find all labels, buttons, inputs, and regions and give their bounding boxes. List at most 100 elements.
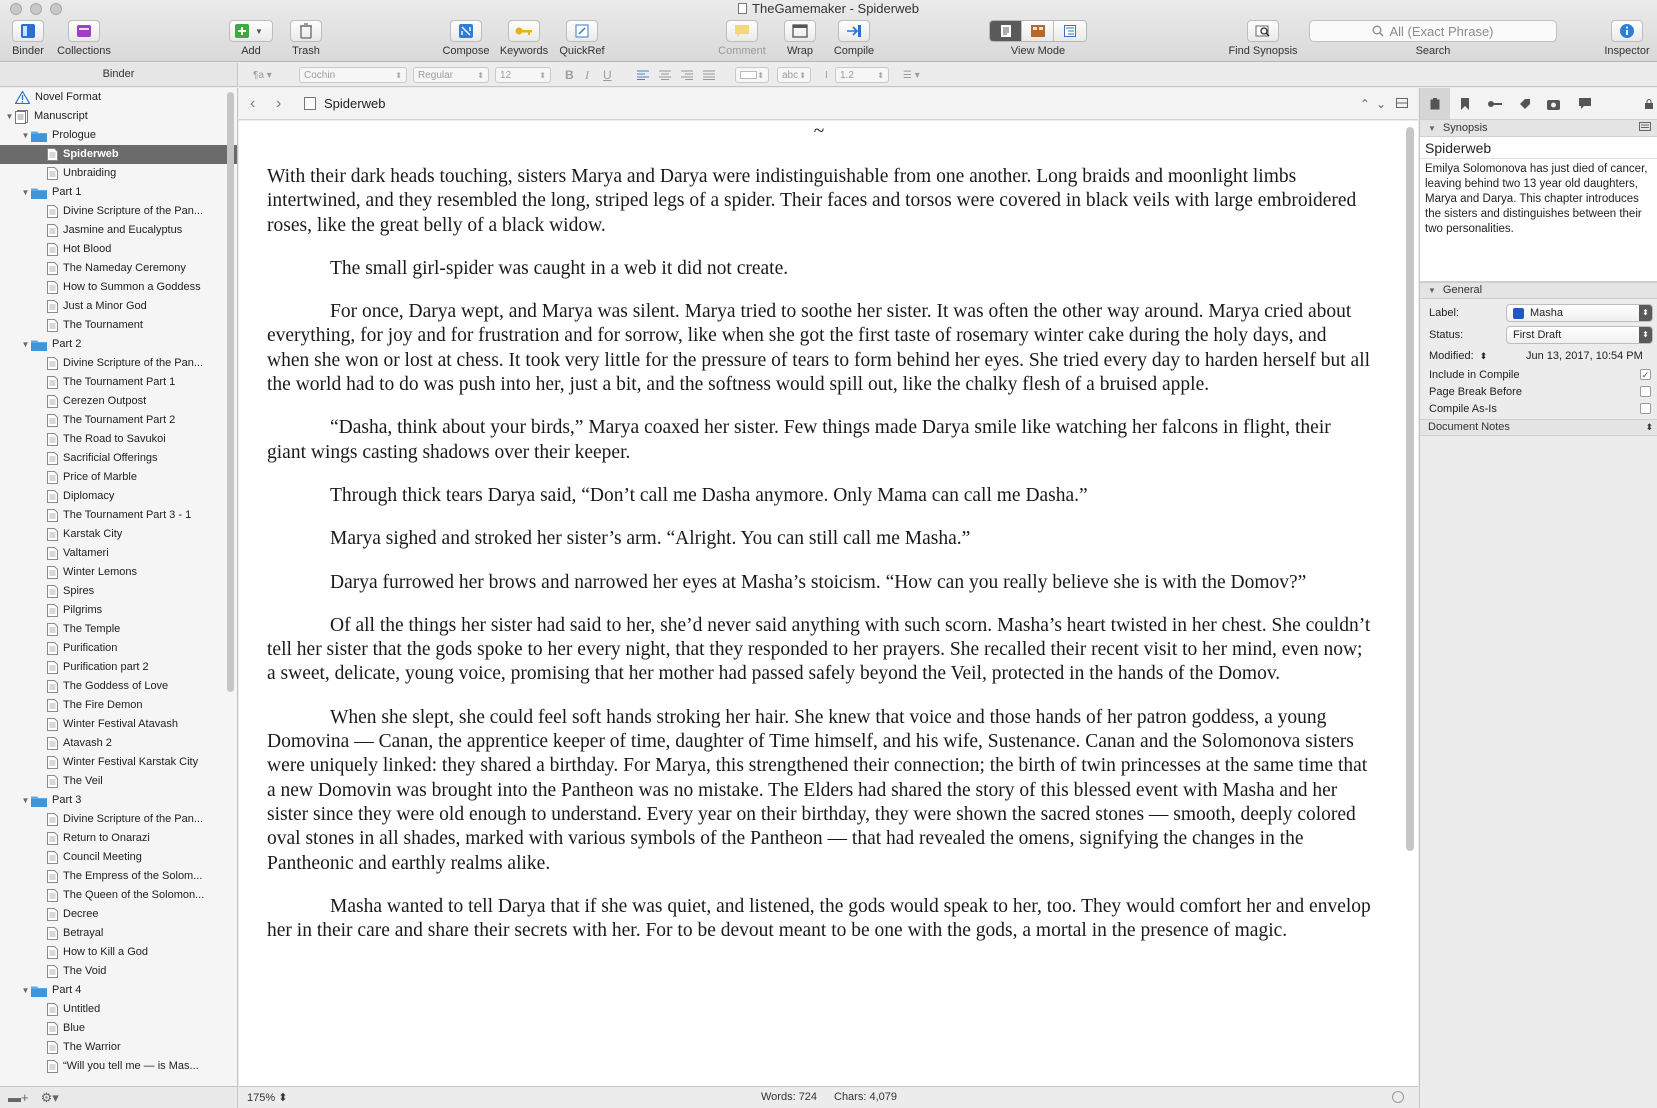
binder-item[interactable]: The Fire Demon [0,696,237,715]
gear-icon[interactable]: ⚙▾ [41,1090,59,1106]
forward-arrow-icon[interactable]: › [276,95,294,113]
binder-item[interactable]: Winter Lemons [0,563,237,582]
binder-item[interactable]: The Tournament Part 3 - 1 [0,506,237,525]
compose-button[interactable]: Compose [440,20,492,57]
binder-item[interactable]: The Tournament Part 2 [0,411,237,430]
binder-item[interactable]: Karstak City [0,525,237,544]
body-paragraph[interactable]: The small girl-spider was caught in a we… [267,257,1371,281]
find-synopsis-button[interactable]: Find Synopsis [1222,20,1304,57]
text-color-select[interactable] [735,67,769,83]
binder-item[interactable]: Spires [0,582,237,601]
binder-item[interactable]: The Road to Savukoi [0,430,237,449]
binder-item[interactable]: The Nameday Ceremony [0,259,237,278]
binder-item[interactable]: Divine Scripture of the Pan... [0,810,237,829]
binder-item[interactable]: Spiderweb [0,145,237,164]
binder-item[interactable]: Council Meeting [0,848,237,867]
body-paragraph[interactable]: Of all the things her sister had said to… [267,614,1371,687]
align-right-icon[interactable] [681,67,693,83]
body-paragraph[interactable]: Masha wanted to tell Darya that if she w… [267,895,1371,944]
editor-pane[interactable]: ~ With their dark heads touching, sister… [239,121,1418,1086]
corkboard-mode-button[interactable] [1022,21,1054,41]
underline-icon[interactable]: U [603,67,612,83]
status-select[interactable]: First Draft ⬍ [1506,326,1653,344]
binder-item[interactable]: Purification [0,639,237,658]
binder-item[interactable]: Valtameri [0,544,237,563]
bold-icon[interactable]: B [565,67,574,83]
binder-item[interactable]: ▼ Prologue [0,126,237,145]
align-left-icon[interactable] [637,67,649,83]
wrap-button[interactable]: Wrap [780,20,820,57]
highlight-select[interactable]: abc [777,67,811,83]
editor-text[interactable]: ~ With their dark heads touching, sister… [267,121,1371,962]
notes-tab-icon[interactable] [1420,88,1450,119]
binder-item[interactable]: The Void [0,962,237,981]
comment-button[interactable]: Comment [716,20,768,57]
editor-scrollbar[interactable] [1406,127,1414,851]
collections-button[interactable]: Collections [52,20,116,57]
body-paragraph[interactable]: Darya furrowed her brows and narrowed he… [267,571,1371,595]
binder-item[interactable]: Blue [0,1019,237,1038]
binder-item[interactable]: Betrayal [0,924,237,943]
binder-item[interactable]: ▼ Part 2 [0,335,237,354]
binder-item[interactable]: Price of Marble [0,468,237,487]
body-paragraph[interactable]: “Dasha, think about your birds,” Marya c… [267,416,1371,465]
previous-document-icon[interactable]: ⌃ [1360,97,1370,111]
binder-item[interactable]: How to Kill a God [0,943,237,962]
binder-item[interactable]: Jasmine and Eucalyptus [0,221,237,240]
binder-item[interactable]: The Temple [0,620,237,639]
binder-item[interactable]: Winter Festival Atavash [0,715,237,734]
snapshot-tab-icon[interactable] [1540,98,1570,110]
general-section-header[interactable]: ▼ General [1420,282,1657,299]
add-folder-icon[interactable]: ▬+ [8,1090,29,1105]
disclosure-triangle-icon[interactable]: ▼ [20,981,31,1000]
comments-tab-icon[interactable] [1570,97,1600,110]
align-center-icon[interactable] [659,67,671,83]
include-in-compile-checkbox[interactable]: ✓ [1640,369,1651,380]
inspector-button[interactable]: Inspector [1600,20,1654,57]
binder-button[interactable]: Binder [6,20,50,57]
binder-item[interactable]: Return to Onarazi [0,829,237,848]
body-paragraph[interactable]: With their dark heads touching, sisters … [267,165,1371,238]
binder-item[interactable]: Purification part 2 [0,658,237,677]
binder-item[interactable]: Untitled [0,1000,237,1019]
binder-item[interactable]: Divine Scripture of the Pan... [0,202,237,221]
body-paragraph[interactable]: Through thick tears Darya said, “Don’t c… [267,484,1371,508]
font-size-select[interactable]: 12 [495,67,551,83]
binder-item[interactable]: Decree [0,905,237,924]
add-button[interactable]: ▼ Add [228,20,274,57]
editor-doc-title[interactable]: Spiderweb [324,96,385,111]
key-tab-icon[interactable] [1480,99,1510,109]
synopsis-section-header[interactable]: ▼ Synopsis [1420,120,1657,137]
outliner-mode-button[interactable] [1054,21,1086,41]
view-mode-control[interactable]: View Mode [989,20,1087,57]
binder-item[interactable]: Just a Minor God [0,297,237,316]
binder-item[interactable]: “Will you tell me — is Mas... [0,1057,237,1076]
body-paragraph[interactable]: When she slept, she could feel soft hand… [267,706,1371,876]
target-icon[interactable] [1392,1091,1404,1103]
lock-icon[interactable] [1641,98,1657,109]
disclosure-triangle-icon[interactable]: ▼ [20,183,31,202]
paragraph-style-icon[interactable]: ¶a ▾ [253,67,272,83]
compile-button[interactable]: Compile [830,20,878,57]
binder-item[interactable]: Atavash 2 [0,734,237,753]
document-notes-header[interactable]: Document Notes ⬍ [1420,419,1657,436]
tag-tab-icon[interactable] [1510,98,1540,110]
next-document-icon[interactable]: ⌄ [1376,97,1386,111]
trash-button[interactable]: Trash [288,20,324,57]
italic-icon[interactable]: I [585,67,589,83]
compile-as-is-checkbox[interactable] [1640,403,1651,414]
body-paragraph[interactable]: Marya sighed and stroked her sister’s ar… [267,527,1371,551]
binder-item[interactable]: The Empress of the Solom... [0,867,237,886]
disclosure-triangle-icon[interactable]: ▼ [20,335,31,354]
justify-icon[interactable] [703,67,715,83]
binder-item[interactable]: Pilgrims [0,601,237,620]
list-style-icon[interactable]: ☰ ▾ [903,67,920,83]
body-paragraph[interactable]: For once, Darya wept, and Marya was sile… [267,300,1371,397]
search-input[interactable]: All (Exact Phrase) [1309,20,1557,42]
binder-item[interactable]: The Tournament Part 1 [0,373,237,392]
scrivenings-mode-button[interactable] [990,21,1022,41]
binder-item[interactable]: Divine Scripture of the Pan... [0,354,237,373]
binder-item[interactable]: ▼ Manuscript [0,107,237,126]
binder-item[interactable]: Unbraiding [0,164,237,183]
disclosure-triangle-icon[interactable]: ▼ [4,107,15,126]
